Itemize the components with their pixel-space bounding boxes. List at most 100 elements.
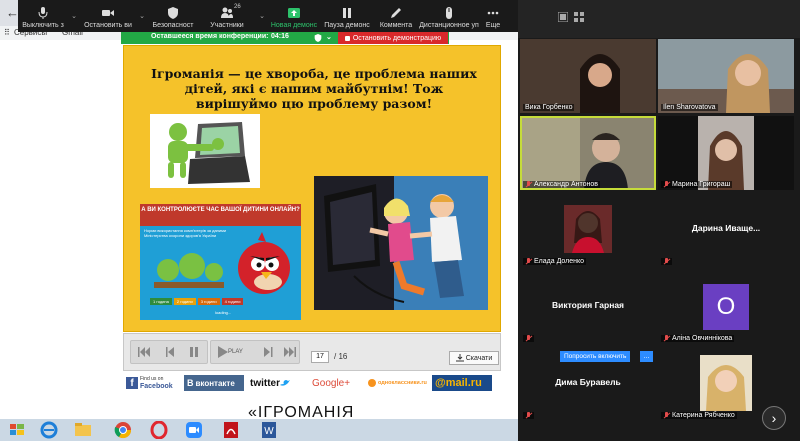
mute-label: Выключить з [22,22,64,29]
participant-name: Александр Антонов [523,181,601,188]
share-twitter[interactable]: twitter [250,375,306,391]
stop-share-button[interactable]: Остановить демонстрацию [338,32,448,44]
poster-subtitle: Норми використання комп'ютерів за даними… [144,228,227,238]
participants-button[interactable]: 26 Участники [198,0,256,32]
participant-tile[interactable]: O Аліна Овчиннікова [658,270,794,344]
download-button[interactable]: Скачати [449,351,499,365]
participant-more-button[interactable]: ... [640,351,653,362]
apps-grid-icon[interactable]: ⠿ [4,28,10,37]
participant-tile[interactable]: Ilen Sharovatova [658,39,794,113]
pause-share-button[interactable]: Пауза демонс [320,0,374,32]
last-page-icon[interactable] [283,346,297,358]
next-page-icon[interactable] [261,346,275,358]
mic-muted-icon [525,335,532,342]
screen: ← ⠿ Сервисы Gmail Выключить з ⌄ Останови… [0,0,800,441]
illustration-kids-pulled-by-screen [314,176,488,310]
vkontakte-label: вконтакте [195,378,235,388]
participant-tile[interactable]: Вика Горбенко [520,39,656,113]
page-number-input[interactable]: 17 [311,351,329,363]
twitter-bird-icon [280,380,290,386]
participant-name-muted [661,258,672,265]
video-label: Остановить ви [84,22,132,29]
play-icon[interactable] [215,346,229,358]
stop-video-button[interactable]: Остановить ви [80,0,136,32]
annotate-label: Коммента [379,22,413,29]
shield-icon [168,7,178,19]
next-gallery-page-button[interactable]: › [762,406,786,430]
share-odnoklassniki[interactable]: одноклассники.ru [368,375,430,391]
ask-to-unmute-button[interactable]: Попросить включить [560,351,631,362]
grid-view-icon[interactable] [574,12,584,22]
share-vkontakte[interactable]: B вконтакте [184,375,244,391]
zoom-app-icon[interactable] [185,421,203,439]
participant-center-name: Дима Буравель [555,377,621,387]
twitter-label: twitter [250,377,280,389]
mouse-icon [446,7,452,19]
first-page-icon[interactable] [137,346,151,358]
mute-button[interactable]: Выключить з [18,0,68,32]
share-facebook[interactable]: f Find us on Facebook [126,375,180,391]
internet-explorer-icon[interactable] [40,421,58,439]
participants-count: 26 [234,4,241,10]
pause-slide-icon[interactable] [187,346,201,358]
facebook-top-label: Find us on [140,376,164,382]
new-share-button[interactable]: Новая демонс [268,0,320,32]
file-explorer-icon[interactable] [74,421,92,439]
download-icon [455,354,464,362]
hours-2: 2 години [173,298,196,305]
stop-icon [344,35,350,41]
share-screen-icon [288,8,300,18]
participant-tile[interactable]: Дарина Иваще... [658,193,794,267]
participant-name-muted [523,412,534,419]
mic-muted-icon [663,258,670,265]
hours-4: 4 години [221,298,244,305]
time-left-label: Оставшееся время конференции: [151,33,269,40]
pencil-icon [391,8,401,18]
windows-start-icon[interactable] [8,421,26,439]
remote-control-button[interactable]: Дистанционное уп [418,0,480,32]
participant-video [658,116,794,190]
participant-name: Ilen Sharovatova [661,104,718,111]
annotate-button[interactable]: Коммента [374,0,418,32]
participants-gallery: Вика Горбенко Ilen Sharovatova Александр… [518,0,800,441]
gallery-top-bar [518,0,800,38]
video-options-caret[interactable]: ⌄ [136,0,148,32]
page-total: / 16 [334,352,348,361]
mic-muted-icon [525,258,532,265]
participant-tile[interactable]: Марина Григораш [658,116,794,190]
word-icon[interactable]: W [260,421,278,439]
participant-tile-active-speaker[interactable]: Александр Антонов [520,116,656,190]
share-mailru[interactable]: @mail.ru [432,375,492,391]
remote-control-label: Дистанционное уп [419,22,479,29]
participant-tile[interactable]: Виктория Гарная [520,270,656,344]
more-icon [487,11,499,15]
participant-video [520,39,656,113]
stop-share-label: Остановить демонстрацию [352,34,442,42]
prev-page-icon[interactable] [163,346,177,358]
chrome-icon[interactable] [114,421,132,439]
participant-tile[interactable]: Попросить включить ... Дима Буравель [520,347,656,421]
security-label: Безопасност [152,22,194,29]
slide-title: Ігроманія — це хвороба, це проблема наши… [151,66,477,111]
mic-muted-icon [525,412,532,419]
download-label: Скачати [465,354,493,362]
poster-hours-row: 1 година 2 години 3 години 4 години [150,298,244,305]
video-camera-icon [102,10,114,16]
security-button[interactable]: Безопасност [148,0,198,32]
avatar: O [703,284,749,330]
status-menu-icon[interactable]: ⌄ [326,33,332,41]
participants-icon [221,7,233,18]
participants-options-caret[interactable]: ⌄ [256,0,268,32]
mute-options-caret[interactable]: ⌄ [68,0,80,32]
nav-forward-group [210,340,300,364]
hours-3: 3 години [197,298,220,305]
more-button[interactable]: Еще [480,0,506,32]
pdf-reader-icon[interactable] [222,421,240,439]
shield-status-icon [314,34,322,42]
participant-name: Елада Доленко [523,258,587,265]
speaker-view-icon[interactable] [558,12,568,22]
opera-icon[interactable] [150,421,168,439]
share-google-plus[interactable]: Google+ [312,375,362,391]
participant-tile[interactable]: Елада Доленко [520,193,656,267]
facebook-label: Facebook [140,383,173,390]
